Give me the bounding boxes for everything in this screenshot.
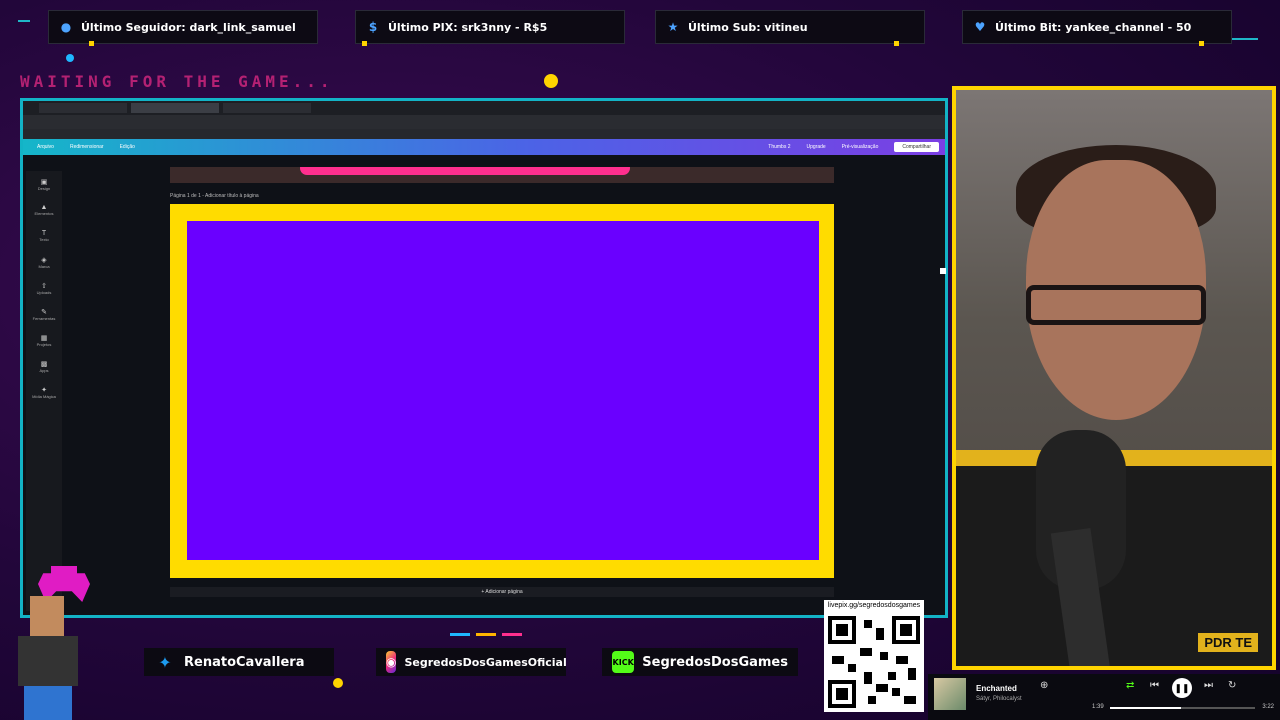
waiting-text: WAITING FOR THE GAME... <box>20 72 334 91</box>
alert-pix: $ Último PIX: srk3nny - R$5 <box>355 10 625 46</box>
shuffle-icon[interactable]: ⇄ <box>1126 680 1134 691</box>
twitter-handle: RenatoCavallera <box>184 654 305 670</box>
alert-dot <box>89 41 94 46</box>
canva-sidebar: ▣ Design ▲ Elementos T Texto ◈ Marca ⇧ Upload… <box>26 171 62 611</box>
decor-bar <box>476 633 496 636</box>
song-title: Enchanted <box>976 684 1017 693</box>
music-player: Enchanted Sátyr, Philocalyst ⊕ ⇄ ⏮ ❚❚ ⏭ … <box>928 674 1280 720</box>
sidebar-item-magic-media[interactable]: ✦ Mídia Mágica <box>26 379 62 405</box>
browser-tabs <box>23 101 945 115</box>
text-icon: T <box>41 230 47 237</box>
alert-pix-text: Último PIX: srk3nny - R$5 <box>388 20 548 34</box>
browser-tab[interactable] <box>223 103 311 113</box>
upload-icon: ⇧ <box>41 282 47 290</box>
qr-code[interactable] <box>824 612 924 712</box>
social-twitter[interactable]: ✦ RenatoCavallera <box>144 648 334 676</box>
alert-dot <box>894 41 899 46</box>
shapes-icon: ▲ <box>40 204 48 211</box>
frame-accent <box>1230 38 1258 40</box>
previous-icon[interactable]: ⏮ <box>1150 680 1159 691</box>
social-instagram[interactable]: ◉ SegredosDosGamesOficial <box>376 648 567 676</box>
pixel-character <box>8 596 88 720</box>
social-kick[interactable]: KICK SegredosDosGames <box>602 648 798 676</box>
pause-button[interactable]: ❚❚ <box>1172 678 1192 698</box>
pencil-icon: ✎ <box>41 308 47 316</box>
qr-panel: livepix.gg/segredosdosgames <box>824 600 924 716</box>
alert-dot <box>362 41 367 46</box>
frame-accent <box>18 20 30 22</box>
decor-bar <box>502 633 522 636</box>
yellow-dot-decoration <box>333 678 343 688</box>
alert-follower: ● Último Seguidor: dark_link_samuel <box>48 10 318 46</box>
canvas-fill <box>187 221 819 560</box>
magic-icon: ✦ <box>41 386 47 394</box>
sidebar-item-brand[interactable]: ◈ Marca <box>26 249 62 275</box>
twitter-icon: ✦ <box>158 652 172 672</box>
file-menu[interactable]: Arquivo <box>37 144 54 150</box>
album-art <box>934 678 966 710</box>
sidebar-item-tools[interactable]: ✎ Ferramentas <box>26 301 62 327</box>
preview-button[interactable]: Pré-visualização <box>842 144 879 150</box>
progress-bar[interactable] <box>1110 707 1255 709</box>
canva-toolbar: Arquivo Redimensionar Edição Thumbs 2 Up… <box>23 139 945 155</box>
alert-dot <box>1199 41 1204 46</box>
kick-handle: SegredosDosGames <box>642 654 788 670</box>
alert-sub: ★ Último Sub: vitineu <box>655 10 925 46</box>
alert-follower-text: Último Seguidor: dark_link_samuel <box>81 20 296 34</box>
instagram-icon: ◉ <box>386 651 397 673</box>
add-icon[interactable]: ⊕ <box>1040 680 1048 691</box>
folder-icon: ▦ <box>40 334 48 342</box>
bookmarks-bar <box>23 129 945 139</box>
sidebar-item-projects[interactable]: ▦ Projetos <box>26 327 62 353</box>
shirt-logo: PDR TE <box>1198 633 1258 652</box>
sidebar-item-design[interactable]: ▣ Design <box>26 171 62 197</box>
webcam-feed: PDR TE <box>952 86 1276 670</box>
design-title[interactable]: Thumbs 2 <box>768 144 790 150</box>
dollar-icon: $ <box>368 20 378 34</box>
diamond-icon: ♥ <box>974 20 986 34</box>
repeat-icon[interactable]: ↻ <box>1228 680 1236 691</box>
glasses <box>1026 285 1206 325</box>
screen-capture: Arquivo Redimensionar Edição Thumbs 2 Up… <box>20 98 948 618</box>
instagram-handle: SegredosDosGamesOficial <box>404 655 567 669</box>
edit-menu[interactable]: Edição <box>120 144 135 150</box>
browser-tab-active[interactable] <box>131 103 219 113</box>
apps-icon: ▩ <box>40 360 48 368</box>
song-artist: Sátyr, Philocalyst <box>976 696 1022 702</box>
brand-icon: ◈ <box>41 256 47 264</box>
sidebar-item-apps[interactable]: ▩ Apps <box>26 353 62 379</box>
browser-tab[interactable] <box>39 103 127 113</box>
resize-button[interactable]: Redimensionar <box>70 144 104 150</box>
next-icon[interactable]: ⏭ <box>1204 680 1213 691</box>
alert-bit: ♥ Último Bit: yankee_channel - 50 <box>962 10 1232 46</box>
share-button[interactable]: Compartilhar <box>894 142 939 152</box>
url-bar[interactable] <box>23 115 945 129</box>
yellow-dot-decoration <box>544 74 558 88</box>
design-icon: ▣ <box>40 178 48 186</box>
kick-icon: KICK <box>612 651 635 673</box>
upgrade-button[interactable]: Upgrade <box>807 144 826 150</box>
previous-page-preview <box>170 167 834 183</box>
elapsed-time: 1:39 <box>1092 704 1104 710</box>
page-label: Página 1 de 1 - Adicionar título à págin… <box>170 193 259 199</box>
track-duration: 3:22 <box>1262 704 1274 710</box>
star-icon: ★ <box>667 20 679 34</box>
sidebar-item-text[interactable]: T Texto <box>26 223 62 249</box>
add-page-button[interactable]: + Adicionar página <box>170 587 834 597</box>
design-canvas[interactable] <box>170 204 834 578</box>
alert-sub-text: Último Sub: vitineu <box>688 20 808 34</box>
frame-marker <box>940 268 946 274</box>
sidebar-item-elements[interactable]: ▲ Elementos <box>26 197 62 223</box>
progress-fill <box>1110 707 1182 709</box>
qr-url: livepix.gg/segredosdosgames <box>824 600 924 612</box>
person-icon: ● <box>60 20 72 34</box>
blue-dot-decoration <box>66 54 74 62</box>
alert-bit-text: Último Bit: yankee_channel - 50 <box>995 20 1192 34</box>
sidebar-item-uploads[interactable]: ⇧ Uploads <box>26 275 62 301</box>
decor-bar <box>450 633 470 636</box>
